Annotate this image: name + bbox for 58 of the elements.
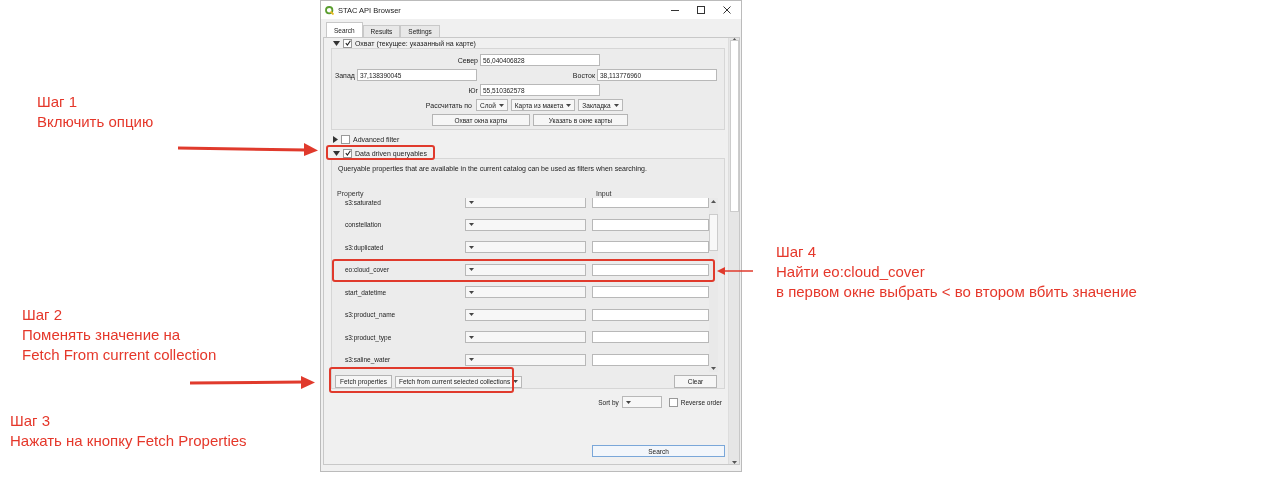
scrollbar[interactable] [709,198,718,372]
dropdown[interactable] [465,241,586,254]
caret-icon [498,103,504,107]
dropdown[interactable] [465,198,586,209]
scroll-down-icon[interactable] [711,367,716,370]
caret-icon [469,223,474,227]
checkbox[interactable] [343,148,352,158]
step-instruction: Включить опцию [37,112,154,132]
step-instruction: Поменять значение на [22,325,182,345]
expand-arrow-icon[interactable] [333,150,340,156]
dropdown[interactable] [465,263,586,276]
caret-icon [469,290,474,294]
input-field[interactable] [592,353,709,366]
step-title: Шаг 2 [22,305,64,325]
expand-arrow-icon[interactable] [333,40,340,46]
dropdown[interactable] [465,218,586,231]
step-instruction: Найти eo:cloud_cover [776,262,926,282]
step-title: Шаг 3 [10,411,52,431]
scroll-thumb[interactable] [729,40,739,212]
step-instruction: в первом окне выбрать < во втором вбить значение [776,282,1137,302]
dropdown[interactable] [621,396,662,408]
dropdown[interactable] [465,308,586,321]
step-title: Шаг 4 [776,242,818,262]
caret-icon [469,358,474,362]
caret-icon [469,313,474,317]
checkbox[interactable] [341,134,350,144]
caret-icon [469,335,474,339]
dropdown[interactable] [465,331,586,344]
dropdown[interactable] [465,286,586,299]
step-instruction: Fetch From current collection [22,345,217,365]
caret-icon [513,380,519,383]
checkbox[interactable] [668,397,678,407]
scrollbar[interactable] [728,38,739,464]
caret-icon [469,268,474,272]
checkbox[interactable] [343,38,352,48]
caret-icon [469,245,474,249]
caret-icon [613,103,619,107]
scroll-up-icon[interactable] [711,200,716,203]
scroll-thumb[interactable] [709,214,718,251]
step-instruction: Нажать на кнопку Fetch Properties [10,431,247,451]
expand-arrow-icon[interactable] [333,135,338,143]
caret-icon [625,400,631,404]
close-icon[interactable] [723,6,731,14]
input-field[interactable] [592,218,709,231]
dropdown[interactable] [465,353,586,366]
input-field[interactable] [592,241,709,254]
input-field[interactable] [592,286,709,299]
input-field[interactable] [592,263,709,276]
caret-icon [566,103,572,107]
maximize-icon[interactable] [697,6,705,14]
input-field[interactable] [592,331,709,344]
scroll-down-icon[interactable] [731,461,737,464]
input-field[interactable] [592,198,709,209]
app-logo-icon [325,5,334,15]
caret-icon [469,200,474,204]
annotation-arrow [717,267,753,275]
input-field[interactable] [592,308,709,321]
step-title: Шаг 1 [37,92,79,112]
